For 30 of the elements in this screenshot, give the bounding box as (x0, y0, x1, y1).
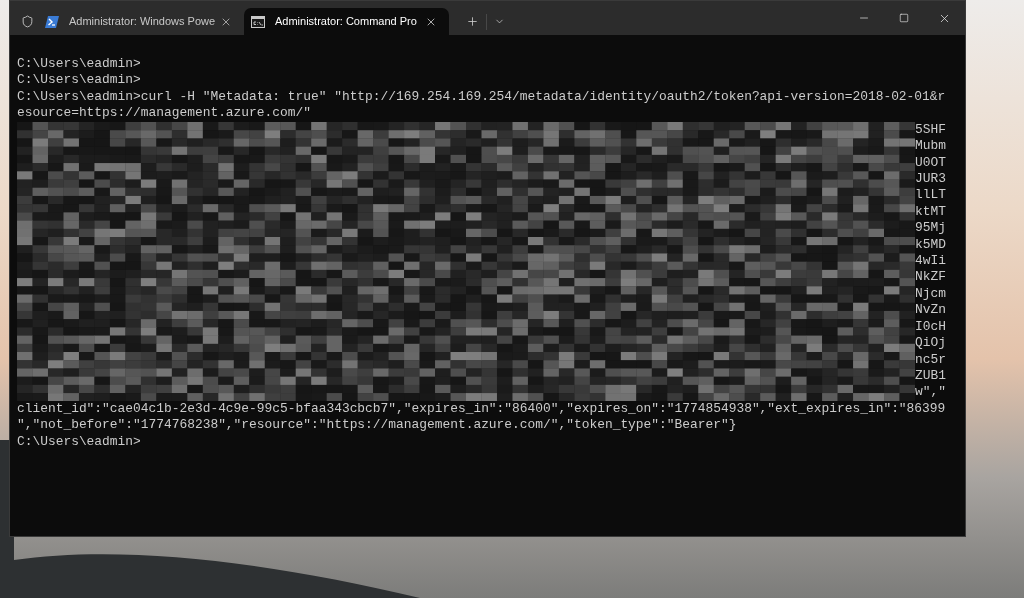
terminal-text: w"," (915, 384, 946, 401)
terminal-line: C:\Users\eadmin> (17, 433, 141, 451)
terminal-text: llLT (915, 187, 946, 204)
terminal-text: U0OT (915, 154, 946, 171)
console-window-icon (251, 15, 265, 28)
terminal-line: esource=https://management.azure.com/" (17, 105, 311, 122)
terminal-text: QiOj (915, 335, 946, 352)
terminal-line: C:\Users\eadmin>curl -H "Metadata: true" "http://169.254.169.254/metadata/identity/oauth2/token?api-version=2018-02-01&r (17, 88, 946, 106)
terminal-text: 5SHF (915, 121, 946, 139)
terminal-text: nc5r (915, 351, 946, 368)
maximize-icon (899, 13, 909, 23)
terminal-text: JUR3 (915, 170, 946, 188)
terminal-line: C:\Users\eadmin> (17, 72, 141, 89)
terminal-text: NvZn (915, 302, 946, 319)
terminal-text: 4wIi (915, 253, 946, 270)
terminal-text: I0cH (915, 318, 946, 336)
tab[interactable]: Administrator: Command Pro (244, 8, 449, 35)
terminal-text: Mubm (915, 138, 946, 155)
terminal-prompt-icon (45, 15, 59, 28)
shield-icon (21, 15, 34, 28)
terminal-text: Njcm (915, 285, 946, 303)
terminal-text: NkZF (915, 269, 946, 286)
terminal-text: ktMT (915, 203, 946, 221)
terminal-text: 95Mj (915, 220, 946, 237)
terminal-line: C:\Users\eadmin> (17, 56, 141, 73)
terminal-text: k5MD (915, 236, 946, 254)
plus-icon (465, 15, 479, 28)
terminal-line: ","not_before":"1774768238","resource":"https://management.azure.com/","token_type":"Bearer"} (17, 417, 737, 434)
terminal-text: ZUB1 (915, 368, 946, 385)
terminal-line: client_id":"cae04c1b-2e3d-4c9e-99c5-bfaa343cbcb7","expires_in":"86400","expires_on":"1774854938","ext_expires_in":"86399 (17, 401, 946, 418)
